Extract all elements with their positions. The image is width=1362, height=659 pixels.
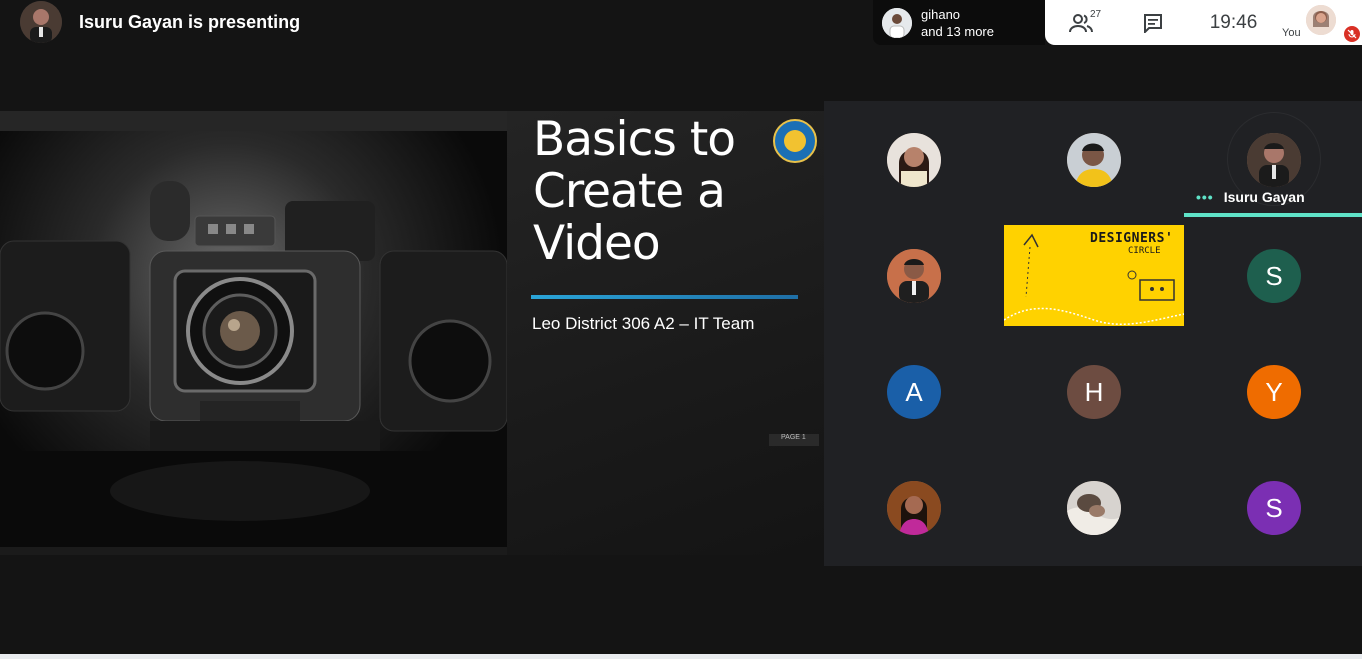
participant-tile[interactable] xyxy=(1067,133,1121,187)
people-count: 27 xyxy=(1090,9,1102,20)
participant-initial-avatar[interactable]: A xyxy=(887,365,941,419)
chat-button[interactable] xyxy=(1117,0,1189,45)
speaking-dots-icon: ••• xyxy=(1196,189,1214,205)
active-speaker-label: ••• Isuru Gayan xyxy=(1196,189,1305,205)
slide-page-number: PAGE 1 xyxy=(769,434,819,446)
participant-tile-designers-circle[interactable]: DESIGNERS' CIRCLE xyxy=(1004,225,1184,326)
participant-tile[interactable] xyxy=(887,249,941,303)
presenter-avatar xyxy=(20,1,62,43)
slide-title: Basics to Create a Video xyxy=(533,112,736,271)
participant-tile[interactable] xyxy=(887,481,941,535)
camera-photo xyxy=(0,131,507,547)
slide-top-strip xyxy=(0,111,507,131)
self-tile[interactable]: You xyxy=(1278,0,1362,45)
viewer-avatar xyxy=(882,7,912,38)
clock: 19:46 xyxy=(1209,11,1258,33)
participant-tile[interactable] xyxy=(887,133,941,187)
participant-initial-avatar[interactable]: H xyxy=(1067,365,1121,419)
participant-initial-avatar[interactable]: S xyxy=(1247,249,1301,303)
active-speaker-name: Isuru Gayan xyxy=(1223,189,1305,205)
presenter-bar: Isuru Gayan is presenting xyxy=(20,1,301,43)
self-avatar xyxy=(1306,5,1336,35)
participant-tile[interactable] xyxy=(1067,481,1121,535)
slide-subtitle: Leo District 306 A2 – IT Team xyxy=(532,314,755,333)
presenting-title: Isuru Gayan is presenting xyxy=(79,11,301,32)
self-label: You xyxy=(1282,27,1301,39)
participant-initial-avatar[interactable]: S xyxy=(1247,481,1301,535)
people-button[interactable]: 27 xyxy=(1045,0,1117,45)
taskbar-strip xyxy=(0,654,1362,659)
chat-icon xyxy=(1144,13,1162,33)
participant-initial-avatar[interactable]: Y xyxy=(1247,365,1301,419)
designers-subtitle: CIRCLE xyxy=(1128,246,1161,256)
active-speaker-bar xyxy=(1184,213,1362,217)
control-panel: 27 19:46 xyxy=(1045,0,1278,45)
designers-title: DESIGNERS' xyxy=(1090,231,1174,246)
viewer-more: and 13 more xyxy=(921,23,994,39)
viewer-name: gihano xyxy=(921,6,961,22)
slide-divider xyxy=(531,295,798,299)
participant-tile-active-speaker[interactable] xyxy=(1247,133,1301,187)
mic-off-icon xyxy=(1344,26,1360,42)
viewers-chip[interactable]: gihano and 13 more xyxy=(873,0,1045,45)
